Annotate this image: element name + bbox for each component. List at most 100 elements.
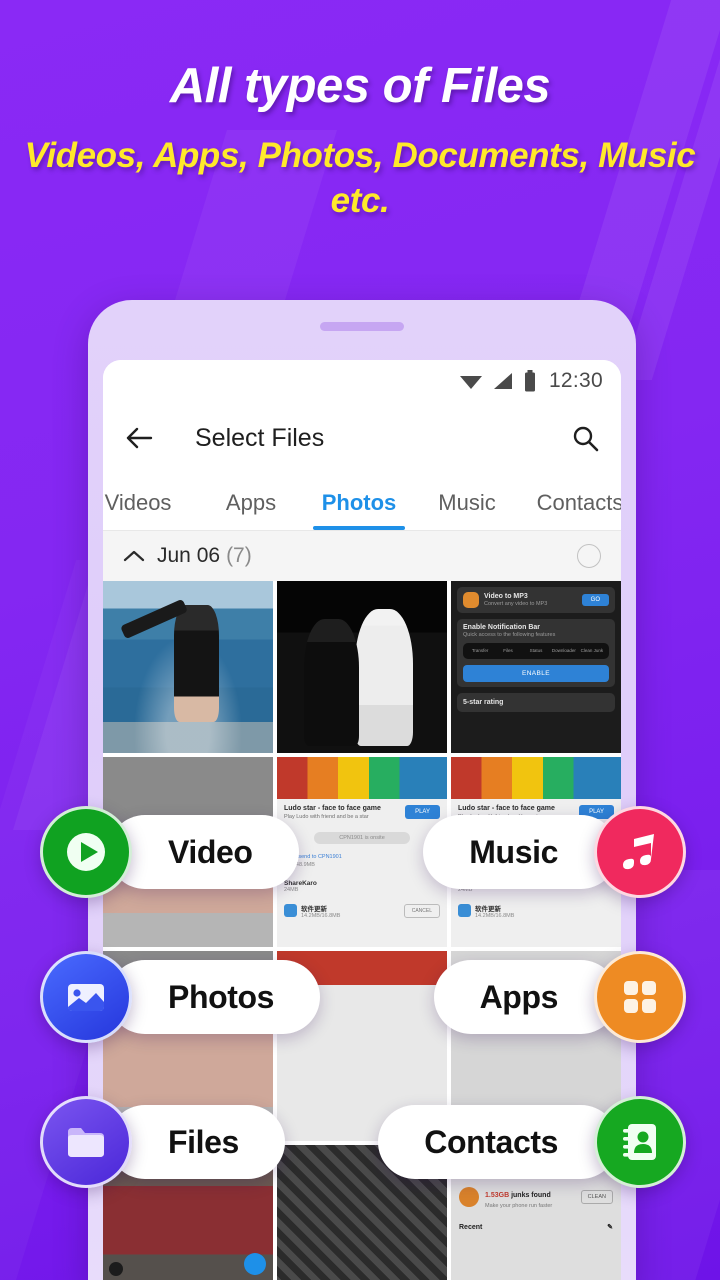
- video-pill-body[interactable]: Video: [108, 815, 299, 889]
- feature-label: Files: [503, 648, 513, 653]
- clean-button[interactable]: CLEAN: [580, 1189, 613, 1204]
- tab-contacts[interactable]: Contacts: [521, 490, 621, 530]
- feature-pill-contacts[interactable]: Contacts: [378, 1096, 686, 1188]
- photos-pill-body[interactable]: Photos: [108, 960, 321, 1034]
- status-bar-clock: 12:30: [548, 369, 603, 392]
- files-pill-body[interactable]: Files: [108, 1105, 285, 1179]
- select-all-checkbox[interactable]: [577, 544, 601, 568]
- go-button[interactable]: GO: [581, 594, 609, 606]
- promo-subtitle: Videos, Apps, Photos, Documents, Music e…: [24, 136, 696, 220]
- contacts-pill-body[interactable]: Contacts: [378, 1105, 618, 1179]
- update-row: 软件更新 14.2MB/16.8MB: [458, 903, 614, 919]
- recent-section: Recent ✎: [459, 1223, 613, 1232]
- music-pill-label: Music: [469, 833, 558, 870]
- notification-features: Transfer Files Status Downloader Clean J…: [463, 643, 609, 659]
- rating-card: 5-star rating: [457, 693, 615, 712]
- page-title: Select Files: [195, 423, 325, 452]
- feature-pill-row: Video Music: [0, 806, 720, 898]
- search-icon[interactable]: [572, 425, 599, 452]
- apps-pill-body[interactable]: Apps: [433, 960, 618, 1034]
- app-banner: [277, 757, 447, 799]
- photo-thumbnail[interactable]: [277, 581, 447, 753]
- apps-pill-label: Apps: [479, 978, 559, 1015]
- video-pill-label: Video: [168, 833, 253, 870]
- junk-subtitle: Make your phone run faster: [485, 1203, 553, 1209]
- feature-pill-music[interactable]: Music: [423, 806, 686, 898]
- status-bar: 12:30: [103, 360, 621, 402]
- photo-thumbnail[interactable]: Video to MP3 Convert any video to MP3 GO…: [451, 581, 621, 753]
- update-icon: [458, 904, 471, 918]
- date-group-count: (7): [226, 544, 252, 567]
- update-icon: [284, 904, 297, 918]
- junk-amount: 1.53GB: [485, 1192, 510, 1199]
- music-note-icon: [623, 834, 654, 870]
- video-to-mp3-icon: [463, 592, 479, 608]
- feature-label: Downloader: [551, 648, 576, 653]
- feature-label: Status: [529, 648, 543, 653]
- promo-headline: All types of Files Videos, Apps, Photos,…: [0, 58, 720, 224]
- files-pill-label: Files: [168, 1123, 239, 1160]
- contacts-pill-label: Contacts: [424, 1123, 558, 1160]
- date-group-label: Jun 06: [157, 544, 221, 567]
- update-progress: 14.2MB/16.8MB: [475, 912, 515, 919]
- avatar: [109, 1261, 123, 1276]
- feature-downloader: Downloader: [551, 648, 577, 654]
- edit-icon[interactable]: ✎: [607, 1223, 613, 1231]
- app-bar: Select Files: [103, 402, 621, 474]
- feature-pill-row: Photos Apps: [0, 951, 720, 1043]
- tab-bar: Videos Apps Photos Music Contacts: [103, 474, 621, 530]
- feature-pill-files[interactable]: Files: [40, 1096, 285, 1188]
- tab-videos[interactable]: Videos: [103, 490, 197, 530]
- junk-title: 1.53GB junks found: [485, 1192, 551, 1199]
- contact-card-icon: [623, 1124, 656, 1160]
- screenshot-content: Video to MP3 Convert any video to MP3 GO…: [451, 581, 621, 753]
- app-banner: [451, 757, 621, 799]
- notification-subtitle: Quick access to the following features: [463, 632, 556, 638]
- photos-icon-badge: [40, 951, 132, 1043]
- junk-icon: [459, 1186, 479, 1207]
- feature-label: Transfer: [471, 648, 489, 653]
- files-icon-badge: [40, 1096, 132, 1188]
- photos-pill-label: Photos: [168, 978, 275, 1015]
- notification-card: Enable Notification Bar Quick access to …: [457, 619, 615, 687]
- update-name: 软件更新: [301, 905, 327, 913]
- tab-apps[interactable]: Apps: [197, 490, 305, 530]
- update-progress: 14.2MB/16.8MB: [301, 912, 341, 919]
- cancel-button[interactable]: CANCEL: [403, 903, 440, 918]
- phone-speaker: [320, 322, 404, 331]
- apps-icon-badge: [594, 951, 686, 1043]
- battery-icon: [524, 370, 535, 392]
- feature-pill-apps[interactable]: Apps: [433, 951, 686, 1043]
- contacts-icon-badge: [594, 1096, 686, 1188]
- back-arrow-icon[interactable]: [125, 425, 153, 451]
- recent-label: Recent: [459, 1223, 483, 1231]
- tab-photos[interactable]: Photos: [305, 490, 413, 530]
- tab-music[interactable]: Music: [413, 490, 521, 530]
- feature-status: Status: [523, 648, 549, 654]
- image-icon: [68, 984, 104, 1011]
- music-pill-body[interactable]: Music: [423, 815, 618, 889]
- chevron-up-icon[interactable]: [123, 549, 145, 563]
- date-group-header[interactable]: Jun 06 (7): [103, 531, 621, 581]
- update-name: 软件更新: [475, 905, 501, 913]
- video-to-mp3-subtitle: Convert any video to MP3: [484, 601, 548, 607]
- feature-label: Clean Junk: [580, 648, 604, 653]
- feature-clean-junk: Clean Junk: [579, 648, 605, 654]
- feature-transfer: Transfer: [467, 648, 493, 654]
- enable-button[interactable]: ENABLE: [463, 665, 609, 682]
- photo-thumbnail[interactable]: [103, 581, 273, 753]
- feature-pill-photos[interactable]: Photos: [40, 951, 321, 1043]
- feature-files: Files: [495, 648, 521, 654]
- wifi-icon: [459, 376, 482, 389]
- play-circle-icon: [67, 833, 105, 871]
- notification-title: Enable Notification Bar: [463, 624, 541, 631]
- folder-icon: [68, 1128, 104, 1157]
- video-to-mp3-title: Video to MP3: [484, 593, 528, 600]
- grid-apps-icon: [624, 981, 656, 1013]
- update-row: 软件更新 14.2MB/16.8MB CANCEL: [284, 903, 440, 919]
- signal-icon: [493, 373, 512, 389]
- video-to-mp3-card: Video to MP3 Convert any video to MP3 GO: [457, 587, 615, 613]
- download-icon[interactable]: [244, 1252, 266, 1275]
- music-icon-badge: [594, 806, 686, 898]
- feature-pill-video[interactable]: Video: [40, 806, 299, 898]
